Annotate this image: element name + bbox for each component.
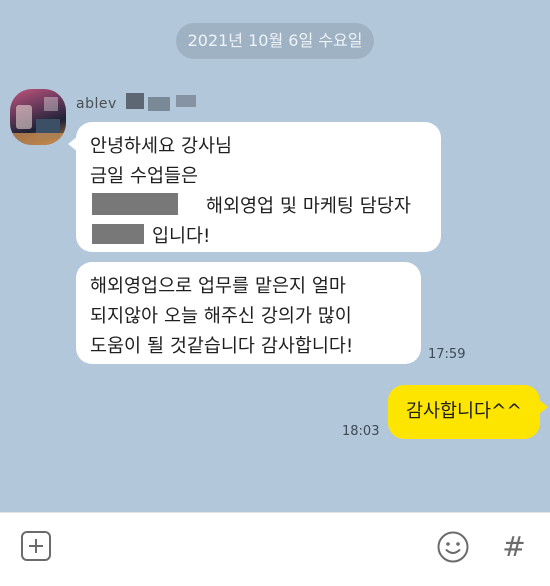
message-line: 해외영업으로 업무를 맡은지 얼마 bbox=[90, 276, 346, 297]
message-timestamp: 18:03 bbox=[342, 424, 380, 439]
smile-icon[interactable] bbox=[436, 530, 470, 564]
date-divider: 2021년 10월 6일 수요일 bbox=[176, 23, 374, 59]
message-line: 금일 수업들은 bbox=[90, 166, 199, 187]
redaction-block bbox=[148, 97, 170, 111]
chat-area[interactable]: 2021년 10월 6일 수요일 ablev 안녕하세요 강사님 금일 수업들은… bbox=[0, 0, 550, 512]
redaction-block bbox=[126, 93, 144, 109]
message-input-bar[interactable]: # bbox=[0, 512, 550, 586]
incoming-message-bubble[interactable]: 해외영업으로 업무를 맡은지 얼마 되지않아 오늘 해주신 강의가 많이 도움이… bbox=[76, 262, 421, 364]
sender-name: ablev bbox=[76, 96, 117, 112]
sender-avatar[interactable] bbox=[10, 89, 66, 145]
hash-icon[interactable]: # bbox=[498, 527, 530, 567]
message-line: 되지않아 오늘 해주신 강의가 많이 bbox=[90, 306, 352, 327]
message-timestamp: 17:59 bbox=[428, 347, 466, 362]
redaction-block bbox=[176, 95, 196, 107]
redaction-block bbox=[92, 193, 178, 215]
message-line: 도움이 될 것같습니다 감사합니다! bbox=[90, 336, 354, 357]
plus-square-icon[interactable] bbox=[21, 531, 51, 561]
message-line: 안녕하세요 강사님 bbox=[90, 136, 233, 157]
outgoing-message-bubble[interactable]: 감사합니다^^ bbox=[388, 385, 548, 439]
redaction-block bbox=[92, 224, 144, 244]
